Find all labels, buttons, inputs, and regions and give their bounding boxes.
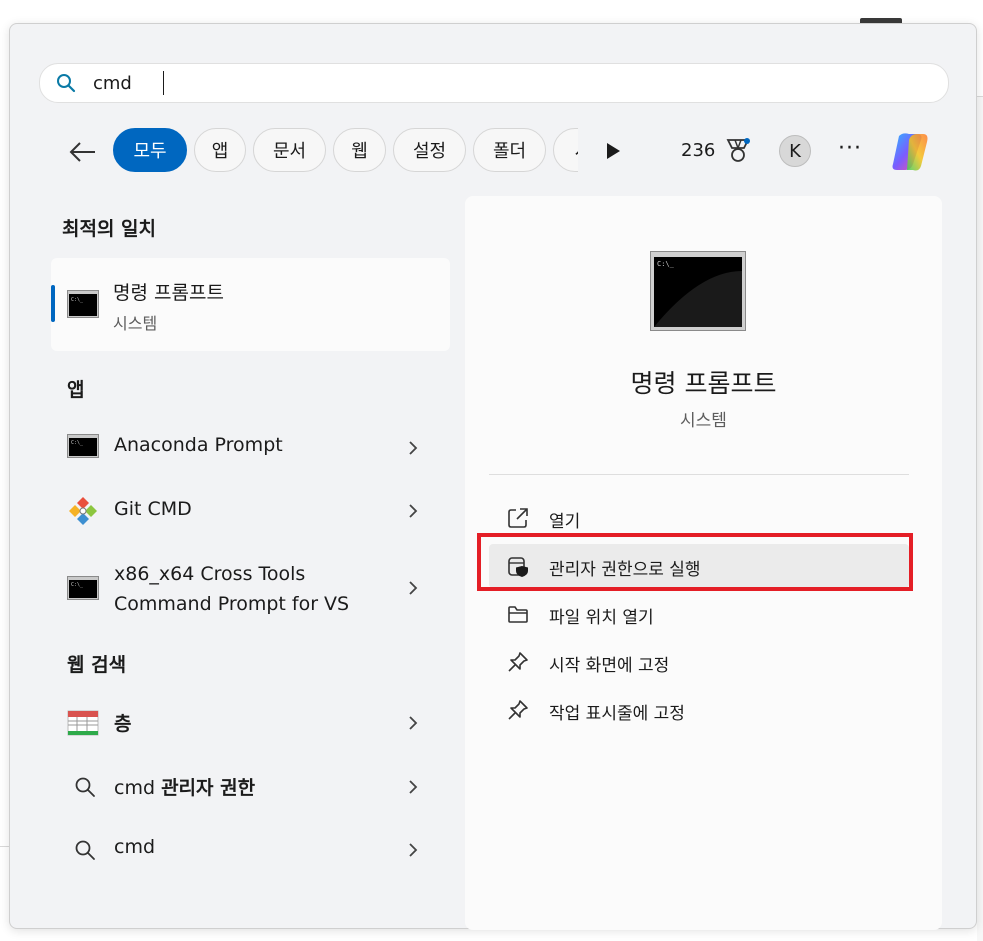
chevron-right-icon[interactable] bbox=[407, 715, 419, 731]
tab-web[interactable]: 웹 bbox=[333, 128, 386, 172]
divider bbox=[489, 474, 909, 475]
action-pin-to-start[interactable]: 시작 화면에 고정 bbox=[489, 640, 909, 684]
svg-text:C:\_: C:\_ bbox=[71, 582, 84, 588]
web-result-cmd[interactable]: cmd bbox=[51, 824, 450, 876]
search-icon bbox=[75, 777, 95, 797]
folder-icon bbox=[508, 606, 528, 623]
command-prompt-icon: C:\_ bbox=[67, 290, 99, 318]
start-search-panel: 모두 앱 문서 웹 설정 폴더 사 236 K ··· 최적의 일치 bbox=[9, 23, 977, 930]
query-highlight: 관리자 권한 bbox=[161, 777, 256, 799]
list-item-label-line1: x86_x64 Cross Tools bbox=[114, 563, 306, 585]
selection-indicator bbox=[51, 285, 55, 322]
git-icon bbox=[69, 497, 97, 525]
search-bar[interactable] bbox=[39, 63, 949, 103]
tab-apps[interactable]: 앱 bbox=[194, 128, 246, 172]
best-match-title: 명령 프롬프트 bbox=[113, 282, 224, 304]
detail-title: 명령 프롬프트 bbox=[630, 369, 777, 398]
avatar[interactable]: K bbox=[779, 135, 811, 167]
web-result-layer[interactable]: 층 bbox=[51, 697, 450, 749]
text-caret bbox=[163, 71, 164, 95]
list-item-label: Anaconda Prompt bbox=[114, 434, 283, 456]
tab-documents[interactable]: 문서 bbox=[253, 128, 326, 172]
filter-tabs: 모두 앱 문서 웹 설정 폴더 사 bbox=[113, 128, 578, 174]
list-item-cross-tools[interactable]: C:\_ x86_x64 Cross Tools Command Prompt … bbox=[51, 554, 450, 630]
floor-plan-icon bbox=[67, 710, 99, 736]
command-prompt-icon: C:\_ bbox=[67, 434, 99, 458]
action-label: 시작 화면에 고정 bbox=[549, 656, 670, 676]
more-options-button[interactable]: ··· bbox=[838, 136, 862, 161]
tab-more-categories[interactable]: 사 bbox=[553, 128, 578, 172]
list-item-label: Git CMD bbox=[114, 498, 192, 520]
apps-heading: 앱 bbox=[67, 379, 85, 401]
action-pin-to-taskbar[interactable]: 작업 표시줄에 고정 bbox=[489, 688, 909, 732]
chevron-right-icon[interactable] bbox=[407, 842, 419, 858]
list-item-git-cmd[interactable]: Git CMD bbox=[51, 485, 450, 537]
best-match-item[interactable]: C:\_ 명령 프롬프트 시스템 bbox=[51, 258, 450, 351]
web-search-heading: 웹 검색 bbox=[67, 654, 127, 676]
action-open-file-location[interactable]: 파일 위치 열기 bbox=[489, 592, 909, 636]
svg-text:C:\_: C:\_ bbox=[657, 260, 675, 268]
pin-icon bbox=[508, 700, 528, 720]
best-match-heading: 최적의 일치 bbox=[62, 218, 157, 240]
command-prompt-icon: C:\_ bbox=[67, 576, 99, 600]
open-external-icon bbox=[508, 508, 528, 528]
list-item-label-line2: Command Prompt for VS bbox=[114, 593, 350, 615]
detail-subtitle: 시스템 bbox=[680, 411, 727, 431]
svg-text:C:\_: C:\_ bbox=[71, 440, 84, 446]
search-input[interactable] bbox=[93, 70, 913, 96]
best-match-subtitle: 시스템 bbox=[113, 314, 158, 333]
svg-text:C:\_: C:\_ bbox=[71, 297, 84, 303]
rewards-points: 236 bbox=[681, 140, 716, 161]
background-window-edge bbox=[977, 96, 983, 941]
action-label: 작업 표시줄에 고정 bbox=[549, 704, 685, 724]
list-item-label: cmd bbox=[114, 836, 156, 858]
list-item-label: cmd 관리자 권한 bbox=[114, 773, 255, 800]
pin-icon bbox=[508, 652, 528, 672]
search-icon bbox=[57, 74, 76, 93]
chevron-right-icon[interactable] bbox=[407, 779, 419, 795]
action-label: 파일 위치 열기 bbox=[549, 608, 654, 628]
background-divider bbox=[977, 96, 983, 97]
query-prefix: cmd bbox=[114, 777, 162, 799]
chevron-right-icon[interactable] bbox=[407, 503, 419, 519]
chevron-right-icon[interactable] bbox=[407, 440, 419, 456]
action-label: 열기 bbox=[549, 512, 581, 532]
search-icon bbox=[75, 840, 95, 860]
back-arrow-icon[interactable] bbox=[65, 134, 101, 170]
command-prompt-icon: C:\_ bbox=[650, 251, 746, 331]
list-item-anaconda-prompt[interactable]: C:\_ Anaconda Prompt bbox=[51, 422, 450, 474]
highlight-annotation bbox=[477, 533, 913, 591]
list-item-label: 층 bbox=[114, 713, 132, 735]
rewards-medal-icon[interactable] bbox=[724, 136, 752, 166]
copilot-icon[interactable] bbox=[887, 130, 933, 174]
scroll-right-icon[interactable] bbox=[602, 140, 624, 162]
chevron-right-icon[interactable] bbox=[407, 580, 419, 596]
tab-folders[interactable]: 폴더 bbox=[473, 128, 546, 172]
web-result-cmd-admin[interactable]: cmd 관리자 권한 bbox=[51, 761, 450, 813]
tab-all[interactable]: 모두 bbox=[113, 128, 187, 172]
tab-settings[interactable]: 설정 bbox=[393, 128, 466, 172]
